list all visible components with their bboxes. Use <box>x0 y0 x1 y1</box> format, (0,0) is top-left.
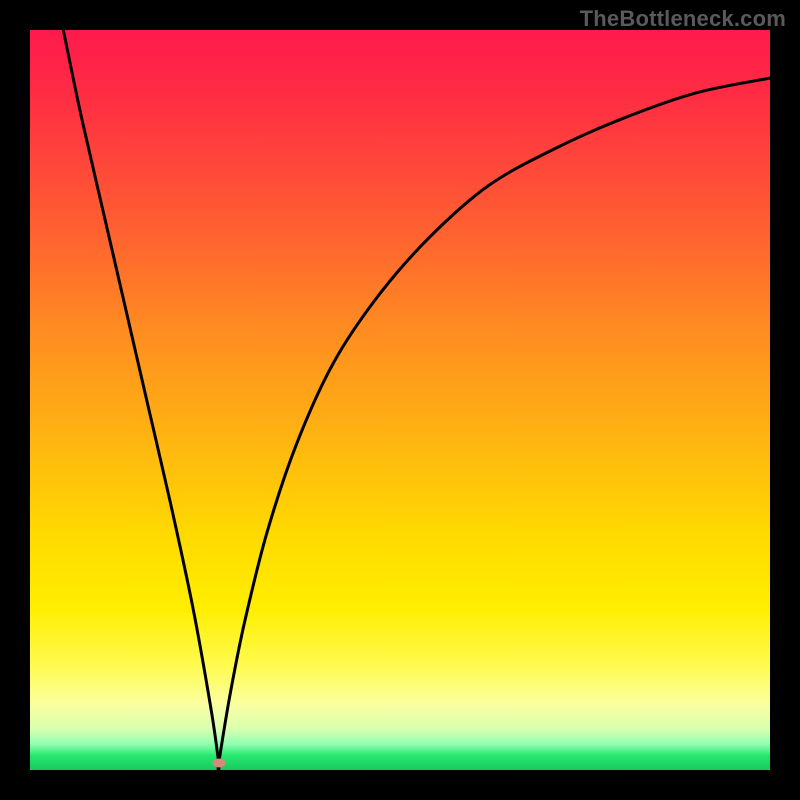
curve-path <box>63 30 770 770</box>
plot-area <box>30 30 770 770</box>
curve-svg <box>30 30 770 770</box>
min-point-marker <box>212 758 225 767</box>
chart-frame: TheBottleneck.com <box>0 0 800 800</box>
watermark-text: TheBottleneck.com <box>580 6 786 32</box>
